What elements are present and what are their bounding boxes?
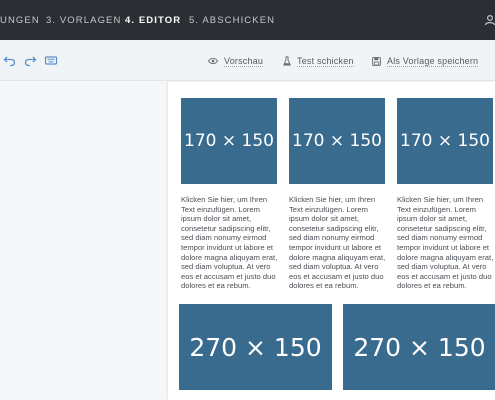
top-navigation: UNGEN 3. VORLAGEN 4. EDITOR 5. ABSCHICKE… xyxy=(0,0,495,40)
editor-toolbar: Vorschau Test schicken Als Vorlage speic… xyxy=(0,40,495,81)
send-test-button[interactable]: Test schicken xyxy=(283,55,354,67)
image-placeholder[interactable]: 170 × 150 xyxy=(181,98,277,184)
preview-button[interactable]: Vorschau xyxy=(208,55,264,67)
step-editor[interactable]: 4. EDITOR xyxy=(125,15,181,26)
save-as-template-button[interactable]: Als Vorlage speichern xyxy=(372,55,479,67)
text-block[interactable]: Klicken Sie hier, um Ihren Text einzufüg… xyxy=(289,195,389,291)
person-icon[interactable] xyxy=(484,14,495,26)
image-size-label: 270 × 150 xyxy=(189,332,322,362)
image-placeholder[interactable]: 170 × 150 xyxy=(289,98,385,184)
floppy-disk-icon xyxy=(372,56,381,66)
send-test-label: Test schicken xyxy=(297,55,354,67)
image-size-label: 170 × 150 xyxy=(292,131,382,151)
text-block[interactable]: Klicken Sie hier, um Ihren Text einzufüg… xyxy=(397,195,495,291)
step-settings[interactable]: UNGEN xyxy=(0,15,40,26)
wide-image-placeholder[interactable]: 270 × 150 xyxy=(343,304,495,390)
image-placeholder[interactable]: 170 × 150 xyxy=(397,98,493,184)
keyboard-icon[interactable] xyxy=(44,53,58,67)
wide-image-placeholder[interactable]: 270 × 150 xyxy=(179,304,332,390)
image-size-label: 270 × 150 xyxy=(353,332,486,362)
eye-icon xyxy=(208,58,218,64)
save-as-template-label: Als Vorlage speichern xyxy=(387,55,479,67)
image-size-label: 170 × 150 xyxy=(184,131,274,151)
undo-icon[interactable] xyxy=(3,53,17,67)
preview-label: Vorschau xyxy=(224,55,264,67)
text-block[interactable]: Klicken Sie hier, um Ihren Text einzufüg… xyxy=(181,195,281,291)
editor-sidebar xyxy=(0,82,168,400)
image-size-label: 170 × 150 xyxy=(400,131,490,151)
redo-icon[interactable] xyxy=(23,53,37,67)
flask-icon xyxy=(283,56,291,66)
step-send[interactable]: 5. ABSCHICKEN xyxy=(189,15,275,26)
step-templates[interactable]: 3. VORLAGEN xyxy=(46,15,121,26)
